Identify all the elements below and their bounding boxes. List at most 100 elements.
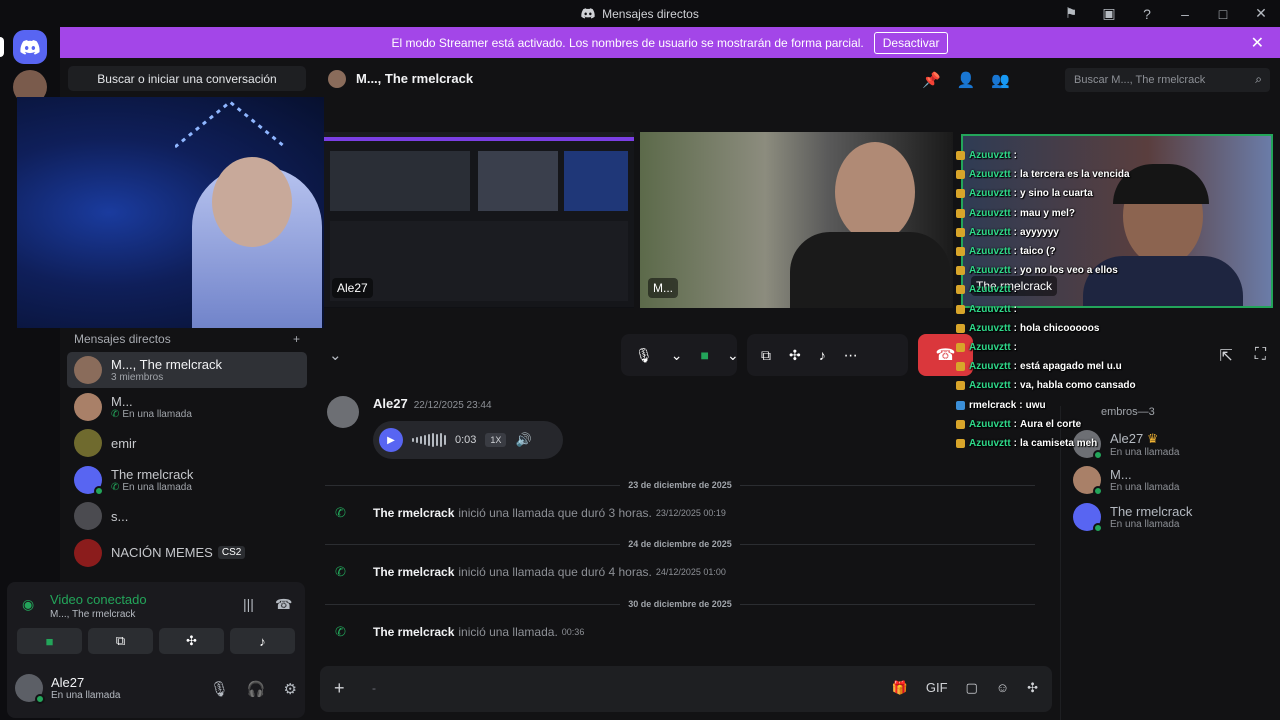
emoji-icon[interactable]: ☺: [996, 680, 1009, 696]
date-label: 24 de diciembre de 2025: [628, 539, 732, 549]
gift-icon[interactable]: 🎁: [892, 680, 908, 696]
video-tile-screen[interactable]: Ale27: [324, 132, 634, 308]
date-label: 30 de diciembre de 2025: [628, 599, 732, 609]
inbox-icon[interactable]: ▣: [1090, 0, 1128, 27]
chat-user: Azuuvztt: [969, 207, 1011, 219]
avatar: [74, 465, 104, 496]
message-avatar[interactable]: [327, 396, 359, 428]
pin-icon[interactable]: 📌: [922, 71, 941, 89]
screen-share-icon[interactable]: ⧉: [761, 347, 771, 364]
dm-sub-text: En una llamada: [122, 481, 192, 493]
channel-title: M..., The rmelcrack: [356, 71, 474, 86]
close-banner-icon[interactable]: ✕: [1251, 33, 1264, 53]
member-item[interactable]: The rmelcrack En una llamada: [1073, 503, 1192, 533]
chat-user: Azuuvztt: [969, 322, 1011, 334]
title-bar: Mensajes directos ⚑ ▣ ? – □ ✕: [0, 0, 1280, 27]
screen-share-button[interactable]: ⧉: [88, 628, 153, 654]
volume-icon[interactable]: 🔊: [515, 432, 531, 448]
headphones-icon[interactable]: 🎧: [247, 680, 266, 698]
dm-item[interactable]: The rmelcrack ✆ En una llamada: [67, 462, 307, 498]
close-window-button[interactable]: ✕: [1242, 0, 1280, 27]
activities-icon[interactable]: ✣: [789, 347, 801, 364]
noise-icon[interactable]: |||: [243, 596, 254, 612]
dm-sub: 3 miembros: [111, 372, 164, 383]
inbox-flag-icon[interactable]: ⚑: [1052, 0, 1090, 27]
popout-icon[interactable]: ⇱: [1219, 346, 1232, 366]
activities-button[interactable]: ✣: [159, 628, 224, 654]
phone-icon: ✆: [335, 624, 346, 639]
microphone-icon[interactable]: 🎙: [635, 347, 653, 364]
home-button[interactable]: [13, 30, 47, 64]
call-log-message: ✆ The rmelcrack inició una llamada. 00:3…: [335, 624, 584, 640]
add-dm-icon[interactable]: +: [293, 332, 300, 346]
maximize-button[interactable]: □: [1204, 0, 1242, 27]
playback-speed-button[interactable]: 1X: [485, 433, 507, 447]
window-title: Mensajes directos: [602, 6, 699, 21]
call-time: 00:36: [561, 627, 585, 637]
call-author[interactable]: The rmelcrack: [373, 565, 454, 579]
help-icon[interactable]: ?: [1128, 0, 1166, 27]
composer-icons: 🎁 GIF ▢ ☺ ✣: [892, 680, 1038, 696]
user-avatar[interactable]: [15, 674, 45, 704]
chat-user: Azuuvztt: [969, 341, 1011, 353]
gif-icon[interactable]: GIF: [926, 680, 948, 696]
collapse-call-icon[interactable]: ⌄: [329, 346, 342, 364]
dm-item[interactable]: emir: [67, 425, 307, 461]
dm-item[interactable]: M..., The rmelcrack 3 miembros: [67, 352, 307, 388]
chevron-down-icon[interactable]: ⌄: [671, 347, 683, 364]
channel-search-input[interactable]: Buscar M..., The rmelcrack ⌕: [1065, 68, 1270, 92]
avatar: [74, 538, 102, 567]
camera-button[interactable]: ■: [17, 628, 82, 654]
screen-share-icon: ⧉: [115, 633, 126, 648]
chat-msg: uwu: [1025, 399, 1046, 411]
chat-user: Azuuvztt: [969, 361, 1011, 373]
member-item[interactable]: M... En una llamada: [1073, 466, 1180, 496]
message-composer[interactable]: + - 🎁 GIF ▢ ☺ ✣: [320, 666, 1052, 712]
call-log-message: ✆ The rmelcrack inició una llamada que d…: [335, 505, 726, 521]
settings-icon[interactable]: ⚙: [284, 680, 297, 698]
chat-msg: Aura el corte: [1020, 418, 1082, 430]
date-label: 23 de diciembre de 2025: [628, 480, 732, 490]
chat-line: Azuuvztt: Aura el corte: [956, 415, 1156, 434]
avatar: [1073, 503, 1103, 533]
dm-name: The rmelcrack: [111, 466, 194, 482]
user-name: Ale27: [51, 675, 85, 690]
add-friend-icon[interactable]: 👤: [957, 71, 976, 89]
dm-item[interactable]: M... ✆ En una llamada: [67, 389, 307, 425]
fullscreen-icon[interactable]: ⛶: [1255, 346, 1266, 366]
dm-item[interactable]: NACIÓN MEMES CS2: [67, 535, 307, 571]
more-icon[interactable]: ⋯: [844, 347, 858, 364]
voice-status[interactable]: Video conectado: [50, 592, 147, 607]
user-panel: Ale27 En una llamada 🎙 🎧 ⚙: [15, 666, 313, 710]
video-tile-camera[interactable]: M...: [640, 132, 953, 308]
waveform[interactable]: [412, 433, 446, 447]
camera-icon[interactable]: ■: [701, 347, 709, 363]
call-author[interactable]: The rmelcrack: [373, 506, 454, 520]
find-conversation-input[interactable]: Buscar o iniciar una conversación: [68, 66, 306, 91]
message-author[interactable]: Ale27: [373, 396, 408, 411]
chat-line: Azuuvztt:: [956, 280, 1156, 299]
dm-sub-text: En una llamada: [122, 408, 192, 420]
message-header: Ale27 22/12/2025 23:44: [373, 396, 492, 411]
add-attachment-icon[interactable]: +: [334, 678, 345, 699]
members-icon[interactable]: 👥: [991, 71, 1010, 89]
streamer-head: [212, 157, 292, 247]
dm-sub: ✆ En una llamada: [111, 409, 192, 420]
soundboard-button[interactable]: ♪: [230, 628, 295, 654]
play-button[interactable]: ▶: [379, 428, 403, 452]
call-log-message: ✆ The rmelcrack inició una llamada que d…: [335, 564, 726, 580]
dm-item[interactable]: s...: [67, 498, 307, 534]
chat-msg: está apagado mel u.u: [1020, 361, 1122, 373]
disconnect-icon[interactable]: ☎: [275, 596, 292, 613]
disable-streamer-button[interactable]: Desactivar: [873, 31, 949, 54]
soundboard-icon[interactable]: ♪: [819, 347, 826, 363]
call-author[interactable]: The rmelcrack: [373, 625, 454, 639]
minimize-button[interactable]: –: [1166, 0, 1204, 27]
microphone-icon[interactable]: 🎙: [210, 680, 229, 698]
chevron-down-icon[interactable]: ⌄: [727, 347, 739, 364]
chat-line: Azuuvztt:: [956, 146, 1156, 165]
apps-icon[interactable]: ✣: [1027, 680, 1038, 696]
date-divider: 24 de diciembre de 2025: [325, 538, 1035, 550]
message-time: 22/12/2025 23:44: [413, 400, 492, 411]
sticker-icon[interactable]: ▢: [966, 680, 978, 696]
